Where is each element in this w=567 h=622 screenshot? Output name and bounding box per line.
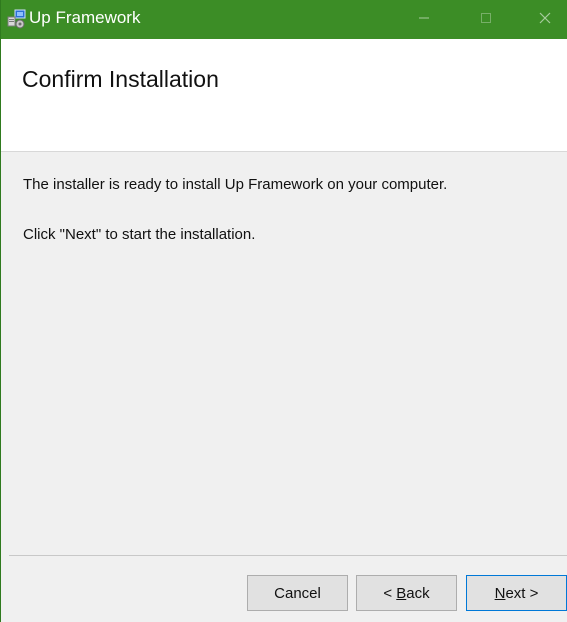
next-label-rest: ext > [505, 584, 539, 602]
page-title: Confirm Installation [22, 66, 219, 92]
installer-icon[interactable] [7, 9, 27, 31]
maximize-button[interactable] [463, 0, 509, 39]
title-bar[interactable]: Up Framework [1, 0, 567, 39]
back-label-mnemonic: B [396, 584, 407, 602]
back-label-rest: ack [406, 584, 430, 602]
minimize-button[interactable] [401, 0, 447, 39]
header-panel: Confirm Installation [1, 39, 567, 152]
footer-divider [9, 555, 567, 556]
maximize-icon [480, 11, 492, 29]
ready-message: The installer is ready to install Up Fra… [23, 176, 448, 193]
close-icon [539, 11, 551, 29]
next-button[interactable]: Next > [466, 575, 567, 611]
cancel-label: Cancel [274, 584, 321, 602]
back-label-prefix: < [383, 584, 397, 602]
next-label-mnemonic: N [494, 584, 506, 602]
window-title: Up Framework [29, 8, 141, 27]
back-label: < Back [383, 585, 429, 602]
back-button[interactable]: < Back [356, 575, 457, 611]
instruction-message: Click "Next" to start the installation. [23, 226, 256, 243]
minimize-icon [418, 11, 430, 29]
next-label: Next > [495, 585, 539, 602]
cancel-button[interactable]: Cancel [247, 575, 348, 611]
installer-window: Up Framework Confirm Installation The in… [0, 0, 567, 622]
close-button[interactable] [522, 0, 567, 39]
